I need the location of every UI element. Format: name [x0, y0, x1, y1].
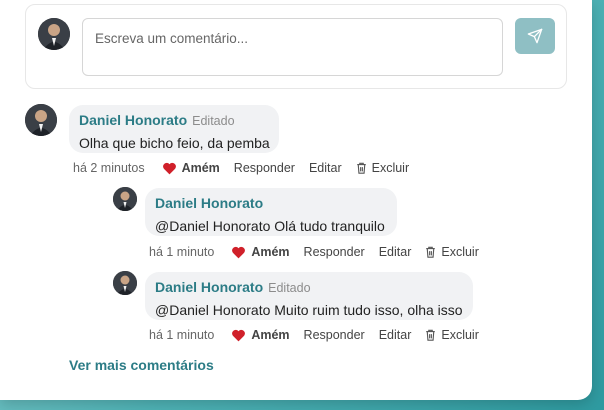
comment-text: Olha que bicho feio, da pemba	[79, 135, 270, 151]
avatar	[38, 18, 70, 50]
reply-bubble: Daniel Honorato Editado @Daniel Honorato …	[145, 272, 473, 320]
more-comments-link[interactable]: Ver mais comentários	[69, 357, 214, 373]
delete-button[interactable]: Excluir	[356, 161, 410, 175]
reply-actions: há 1 minuto Amém Responder Editar Exclui…	[149, 328, 493, 342]
comment-text: @Daniel Honorato Muito ruim tudo isso, o…	[155, 302, 463, 318]
amen-label: Amém	[251, 328, 290, 342]
comment-time: há 2 minutos	[73, 161, 145, 175]
amen-label: Amém	[251, 245, 290, 259]
comment-author[interactable]: Daniel Honorato	[155, 279, 263, 295]
heart-icon	[162, 162, 176, 174]
trash-icon	[356, 162, 366, 174]
delete-label: Excluir	[371, 161, 410, 175]
delete-label: Excluir	[441, 328, 479, 342]
trash-icon	[426, 246, 436, 258]
delete-button[interactable]: Excluir	[425, 328, 479, 342]
comment-composer	[25, 4, 567, 89]
trash-icon	[426, 329, 436, 341]
edited-label: Editado	[192, 114, 235, 128]
amen-button[interactable]: Amém	[231, 245, 290, 259]
comments-card: Daniel Honorato Editado Olha que bicho fe…	[0, 0, 592, 400]
edit-button[interactable]: Editar	[309, 161, 342, 175]
amen-label: Amém	[181, 161, 220, 175]
send-icon	[527, 28, 543, 44]
comment-time: há 1 minuto	[149, 328, 215, 342]
avatar	[113, 271, 137, 295]
comment-time: há 1 minuto	[149, 245, 215, 259]
avatar	[113, 187, 137, 211]
reply-actions: há 1 minuto Amém Responder Editar Exclui…	[149, 245, 493, 259]
avatar	[25, 104, 57, 136]
heart-icon	[232, 246, 246, 258]
reply-button[interactable]: Responder	[304, 245, 365, 259]
amen-button[interactable]: Amém	[231, 328, 290, 342]
comment-text: @Daniel Honorato Olá tudo tranquilo	[155, 218, 385, 234]
delete-label: Excluir	[441, 245, 479, 259]
comment-author[interactable]: Daniel Honorato	[79, 112, 187, 128]
amen-button[interactable]: Amém	[162, 161, 220, 175]
edited-label: Editado	[268, 281, 311, 295]
edit-button[interactable]: Editar	[379, 328, 412, 342]
send-button[interactable]	[515, 18, 555, 54]
heart-icon	[232, 329, 246, 341]
comment-bubble: Daniel Honorato Editado Olha que bicho fe…	[69, 105, 279, 153]
reply-bubble: Daniel Honorato @Daniel Honorato Olá tud…	[145, 188, 397, 236]
comment-actions: há 2 minutos Amém Responder Editar Exclu…	[73, 161, 423, 175]
comment-author[interactable]: Daniel Honorato	[155, 195, 263, 211]
delete-button[interactable]: Excluir	[425, 245, 479, 259]
edit-button[interactable]: Editar	[379, 245, 412, 259]
comment-input[interactable]	[82, 18, 503, 76]
reply-button[interactable]: Responder	[234, 161, 295, 175]
reply-button[interactable]: Responder	[304, 328, 365, 342]
